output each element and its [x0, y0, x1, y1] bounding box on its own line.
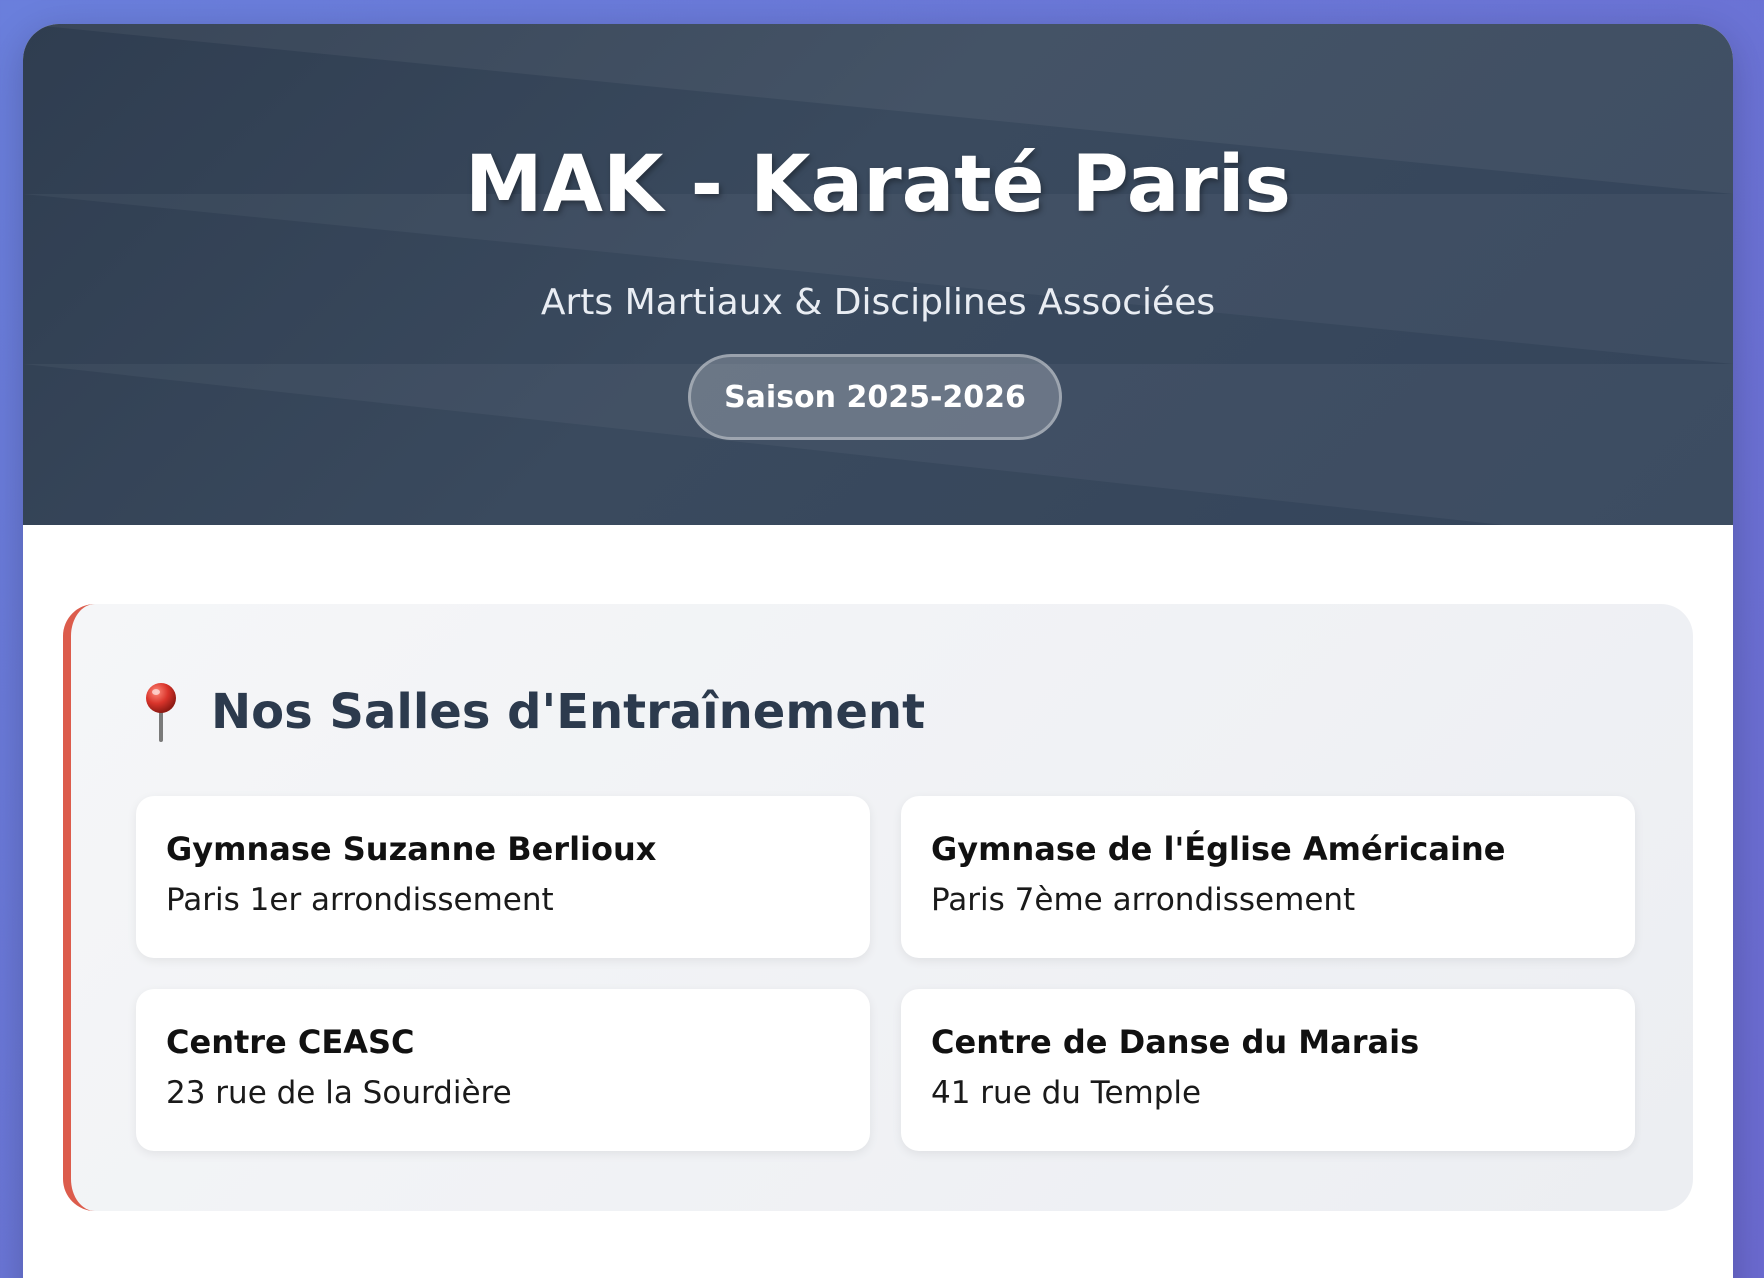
venue-address: Paris 7ème arrondissement	[931, 882, 1605, 918]
venue-name: Centre de Danse du Marais	[931, 1023, 1605, 1061]
venue-name: Gymnase de l'Église Américaine	[931, 830, 1605, 868]
season-badge: Saison 2025-2026	[688, 354, 1062, 440]
hero-header: MAK - Karaté Paris Arts Martiaux & Disci…	[23, 24, 1733, 525]
venue-card: Centre de Danse du Marais 41 rue du Temp…	[901, 989, 1635, 1151]
site-subtitle: Arts Martiaux & Disciplines Associées	[23, 282, 1733, 323]
venue-card: Centre CEASC 23 rue de la Sourdière	[136, 989, 870, 1151]
site-title: MAK - Karaté Paris	[23, 140, 1733, 230]
venue-address: 23 rue de la Sourdière	[166, 1075, 840, 1111]
section-title: Nos Salles d'Entraînement	[211, 684, 925, 740]
venue-address: Paris 1er arrondissement	[166, 882, 840, 918]
training-locations-section: Nos Salles d'Entraînement Gymnase Suzann…	[63, 604, 1693, 1211]
venue-name: Gymnase Suzanne Berlioux	[166, 830, 840, 868]
hero-background-stripes	[23, 24, 1733, 525]
page-container: MAK - Karaté Paris Arts Martiaux & Disci…	[23, 24, 1733, 1278]
round-pushpin-icon	[141, 682, 181, 742]
venues-grid: Gymnase Suzanne Berlioux Paris 1er arron…	[136, 796, 1636, 1151]
venue-card: Gymnase de l'Église Américaine Paris 7èm…	[901, 796, 1635, 958]
venue-name: Centre CEASC	[166, 1023, 840, 1061]
venue-card: Gymnase Suzanne Berlioux Paris 1er arron…	[136, 796, 870, 958]
venue-address: 41 rue du Temple	[931, 1075, 1605, 1111]
section-heading: Nos Salles d'Entraînement	[141, 682, 925, 742]
